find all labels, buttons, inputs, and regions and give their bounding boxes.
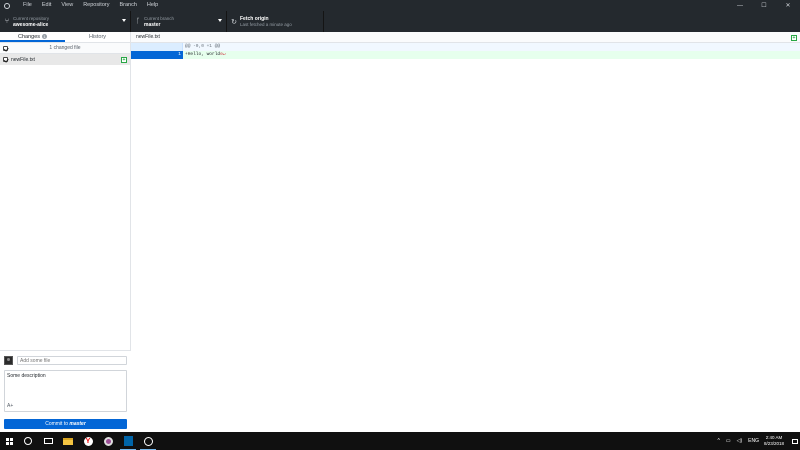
hunk-gutter-new [157,43,183,51]
task-view-button[interactable] [38,432,58,450]
commit-description-field[interactable]: Some description A+ [4,370,127,412]
diff-filename: newFile.txt [136,34,160,40]
current-branch-button[interactable]: ᚴ Current branch master [131,11,227,32]
menu-bar: File Edit View Repository Branch Help [18,0,163,11]
system-tray: ^ ▭ ◁) ENG 2:40 AM 8/23/2018 [715,432,800,450]
current-repository-button[interactable]: ⑂ Current repository awesome-alice [0,11,131,32]
file-added-icon: + [121,57,127,63]
current-repository-value: awesome-alice [13,21,49,28]
windows-taskbar: Y ^ ▭ ◁) ENG 2:40 AM 8/23/2018 [0,432,800,450]
diff-view: newFile.txt + @@ -0,0 +1 @@ 1 +Hello, wo… [131,32,800,432]
search-icon [24,437,32,445]
diff-hunk-header: @@ -0,0 +1 @@ [131,43,800,51]
no-newline-icon: ⊖↵ [220,52,226,57]
menu-edit[interactable]: Edit [37,0,56,11]
menu-help[interactable]: Help [142,0,163,11]
tab-history[interactable]: History [65,32,130,42]
fetch-origin-text: Fetch origin Last fetched a minute ago [240,16,292,28]
language-indicator[interactable]: ENG [748,438,759,444]
maximize-button[interactable]: ☐ [752,0,776,11]
diff-added-line[interactable]: 1 +Hello, world⊖↵ [131,51,800,59]
tab-history-label: History [88,34,107,40]
sidebar: Changes 1 History 1 changed file newFile.… [0,32,131,432]
sync-icon: ↻ [231,18,237,26]
minimize-button[interactable]: — [728,0,752,11]
action-center-button[interactable] [790,432,800,450]
yandex-icon: Y [83,436,93,446]
github-desktop-window: File Edit View Repository Branch Help — … [0,0,800,432]
diff-header: newFile.txt + [131,32,800,43]
file-explorer-button[interactable] [58,432,78,450]
branch-caret-down-icon [218,19,222,22]
github-desktop-taskbar-button[interactable] [138,432,158,450]
file-name: newFile.txt [11,56,35,63]
fetch-origin-subtitle: Last fetched a minute ago [240,21,292,27]
commit-button[interactable]: Commit to master [4,419,127,429]
network-icon[interactable]: ▭ [726,438,731,444]
commit-button-prefix: Commit to [45,421,70,427]
menu-file[interactable]: File [18,0,37,11]
current-repository-text: Current repository awesome-alice [13,16,49,28]
line-number-new[interactable]: 1 [157,51,183,59]
search-button[interactable] [18,432,38,450]
visual-studio-icon [123,436,133,446]
show-hidden-icons-icon[interactable]: ^ [718,438,720,444]
visual-studio-button[interactable] [118,432,138,450]
changes-count-badge: 1 [42,34,48,40]
tab-changes[interactable]: Changes 1 [0,32,65,42]
window-controls: — ☐ ✕ [728,0,800,11]
diff-added-icon: + [791,35,797,41]
title-bar: File Edit View Repository Branch Help — … [0,0,800,11]
clock-date: 8/23/2018 [763,441,784,446]
current-branch-text: Current branch master [144,16,174,28]
hunk-gutter-old [131,43,157,51]
branch-icon: ᚴ [135,18,141,25]
repo-icon: ⑂ [4,18,10,25]
yandex-browser-button[interactable]: Y [78,432,98,450]
line-content: +Hello, world [185,52,221,57]
toolbar: ⑂ Current repository awesome-alice ᚴ Cur… [0,11,800,32]
app-button[interactable] [98,432,118,450]
close-button[interactable]: ✕ [776,0,800,11]
menu-view[interactable]: View [56,0,78,11]
github-desktop-icon [143,436,153,446]
file-list-item[interactable]: newFile.txt + [0,54,130,65]
hunk-text: @@ -0,0 +1 @@ [185,44,221,49]
repo-caret-down-icon [122,19,126,22]
menu-repository[interactable]: Repository [78,0,114,11]
line-gutter-old[interactable] [131,51,157,59]
app-circle-icon [103,436,113,446]
sidebar-tabs: Changes 1 History [0,32,130,43]
commit-panel: Some description A+ Commit to master [0,350,131,432]
clock[interactable]: 2:40 AM 8/23/2018 [764,435,784,447]
github-logo-icon [1,0,13,11]
tab-changes-label: Changes [17,34,41,40]
fetch-origin-button[interactable]: ↻ Fetch origin Last fetched a minute ago [227,11,324,32]
menu-branch[interactable]: Branch [114,0,141,11]
commit-description-text: Some description [7,373,46,379]
start-button[interactable] [0,432,18,450]
avatar [4,356,13,365]
current-branch-value: master [144,21,161,28]
changed-files-count: 1 changed file [49,45,81,51]
commit-summary-input[interactable] [17,356,127,365]
commit-button-branch: master [69,421,86,427]
file-include-checkbox[interactable] [3,57,8,62]
add-coauthor-icon[interactable]: A+ [7,403,13,409]
notification-icon [792,438,798,444]
line-text: +Hello, world⊖↵ [183,51,226,59]
folder-icon [63,437,73,445]
changed-files-header: 1 changed file [0,43,130,54]
windows-logo-icon [5,437,13,445]
volume-icon[interactable]: ◁) [737,438,743,444]
commit-summary-row [4,356,127,365]
task-view-icon [43,438,53,444]
